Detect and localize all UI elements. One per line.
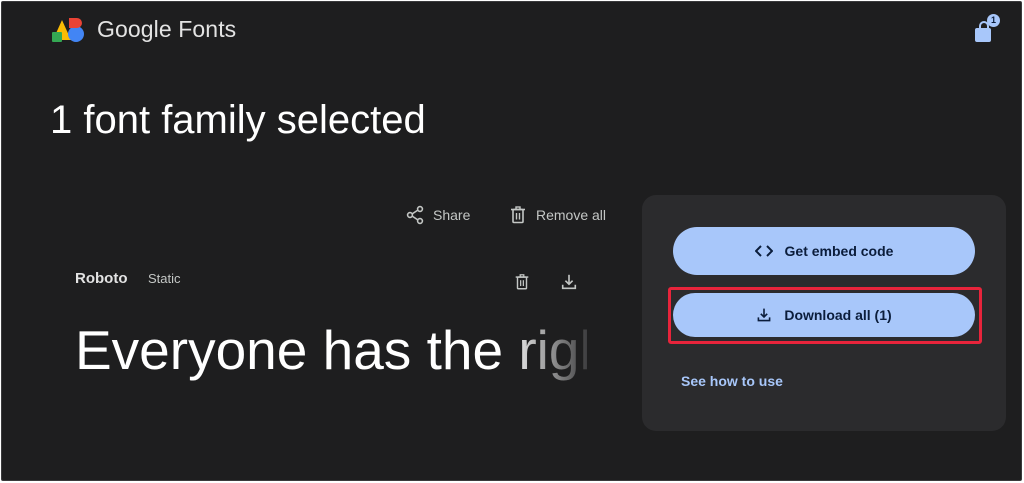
remove-all-label: Remove all	[536, 207, 607, 223]
trash-icon	[511, 206, 525, 224]
brand-name[interactable]: Google Fonts	[97, 16, 236, 43]
font-family-name: Roboto	[75, 270, 128, 287]
remove-font-button[interactable]	[511, 271, 533, 293]
highlight-box	[668, 287, 982, 344]
app-window: Google Fonts 1 1 font family selected Sh…	[1, 1, 1022, 481]
download-icon	[561, 274, 577, 290]
code-icon	[754, 245, 773, 257]
selected-families-bag[interactable]: 1	[972, 14, 1006, 44]
get-embed-code-button[interactable]: Get embed code	[673, 227, 975, 275]
share-label: Share	[433, 207, 471, 223]
download-font-button[interactable]	[558, 271, 580, 293]
font-sample-text[interactable]: Everyone has the right	[75, 318, 587, 382]
share-button[interactable]: Share	[405, 202, 470, 228]
google-fonts-logo[interactable]	[49, 14, 85, 46]
see-how-to-use-link[interactable]: See how to use	[681, 373, 783, 389]
embed-label: Get embed code	[784, 243, 894, 259]
bag-count-badge: 1	[987, 14, 1000, 27]
font-type-label: Static	[148, 271, 181, 286]
remove-all-button[interactable]: Remove all	[508, 202, 606, 228]
trash-icon	[515, 274, 529, 290]
share-icon	[406, 205, 424, 225]
page-title: 1 font family selected	[50, 98, 426, 142]
download-panel: Get embed code Download all (1) See how …	[642, 195, 1006, 431]
